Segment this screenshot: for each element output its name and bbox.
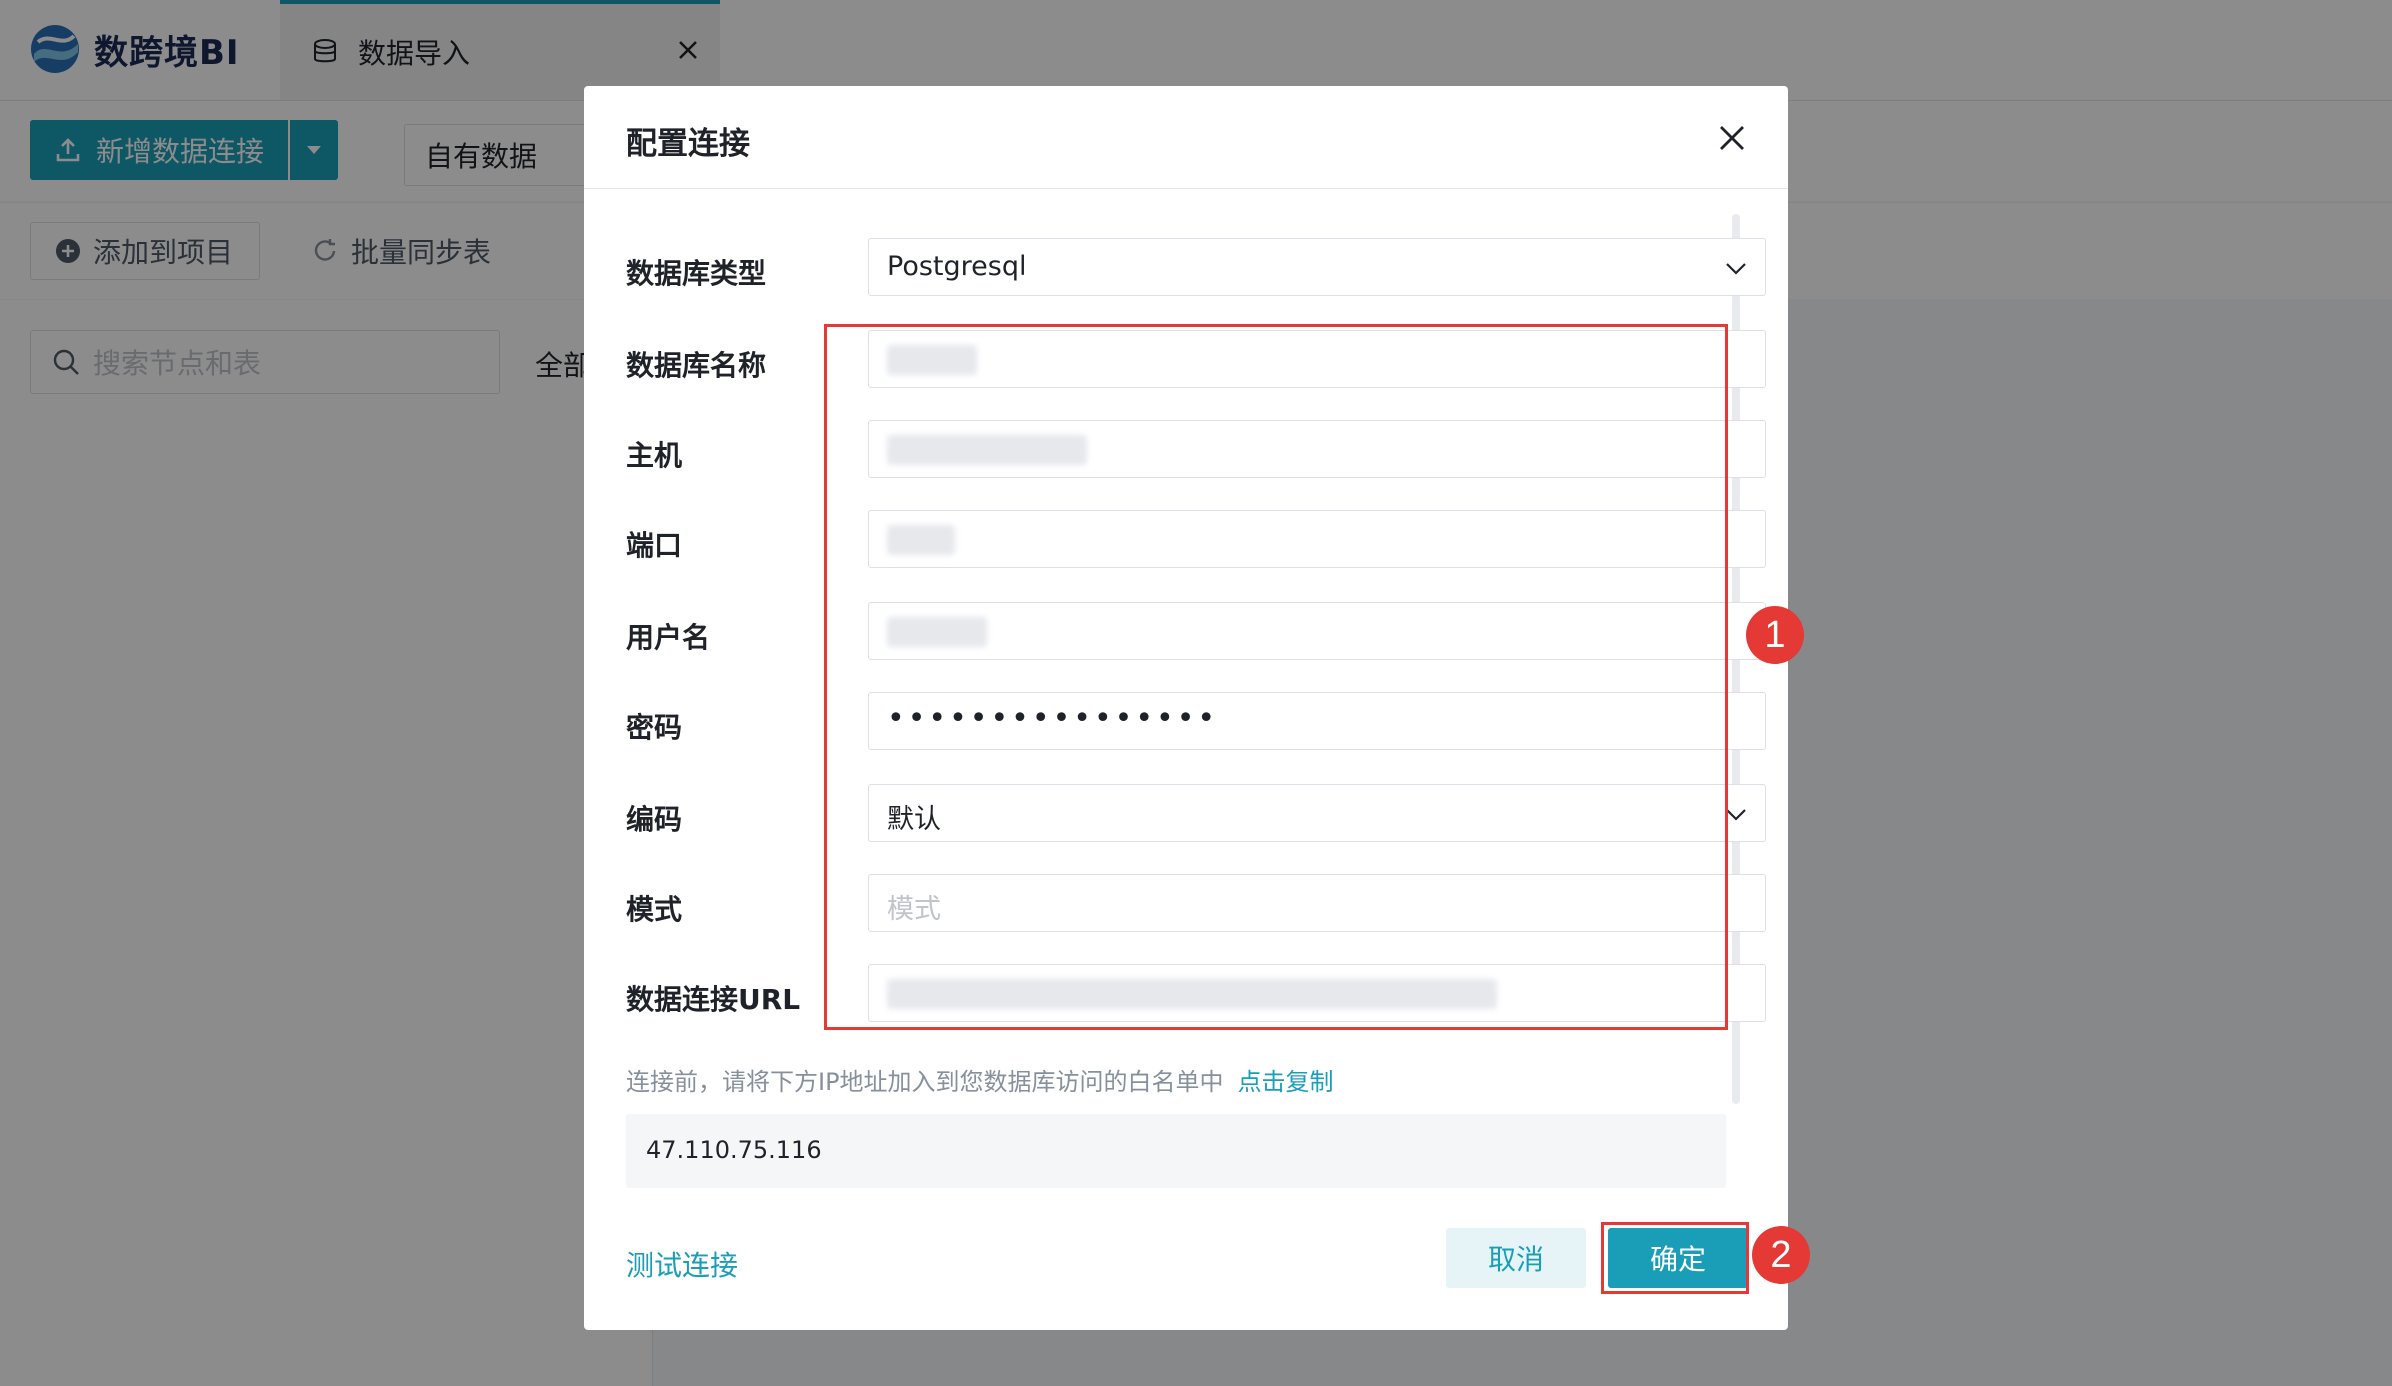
chevron-down-icon xyxy=(1726,263,1746,275)
fields-highlight-box xyxy=(824,324,1728,1030)
copy-ip-link[interactable]: 点击复制 xyxy=(1238,1068,1334,1096)
db-type-label: 数据库类型 xyxy=(626,257,767,290)
host-label: 主机 xyxy=(626,439,683,472)
annotation-badge-1: 1 xyxy=(1746,606,1804,664)
row-db-type: 数据库类型 Postgresql xyxy=(626,238,1766,298)
cancel-button[interactable]: 取消 xyxy=(1446,1228,1586,1288)
url-label: 数据连接URL xyxy=(626,983,801,1016)
schema-label: 模式 xyxy=(626,893,683,926)
db-type-select[interactable]: Postgresql xyxy=(868,238,1766,296)
encoding-label: 编码 xyxy=(626,803,683,836)
dialog-divider xyxy=(584,188,1788,189)
port-label: 端口 xyxy=(626,529,683,562)
annotation-badge-2: 2 xyxy=(1752,1226,1810,1284)
close-icon[interactable] xyxy=(1716,122,1748,154)
ip-address-box: 47.110.75.116 xyxy=(626,1114,1726,1188)
whitelist-hint-text: 连接前，请将下方IP地址加入到您数据库访问的白名单中 xyxy=(626,1068,1224,1096)
confirm-highlight-box xyxy=(1601,1222,1749,1294)
ip-address: 47.110.75.116 xyxy=(646,1136,822,1164)
db-type-value: Postgresql xyxy=(887,251,1027,282)
password-label: 密码 xyxy=(626,711,683,744)
username-label: 用户名 xyxy=(626,621,711,654)
test-connection-link[interactable]: 测试连接 xyxy=(626,1244,738,1284)
whitelist-hint: 连接前，请将下方IP地址加入到您数据库访问的白名单中 点击复制 xyxy=(626,1062,1334,1097)
dialog-title: 配置连接 xyxy=(626,126,750,162)
db-name-label: 数据库名称 xyxy=(626,349,767,382)
